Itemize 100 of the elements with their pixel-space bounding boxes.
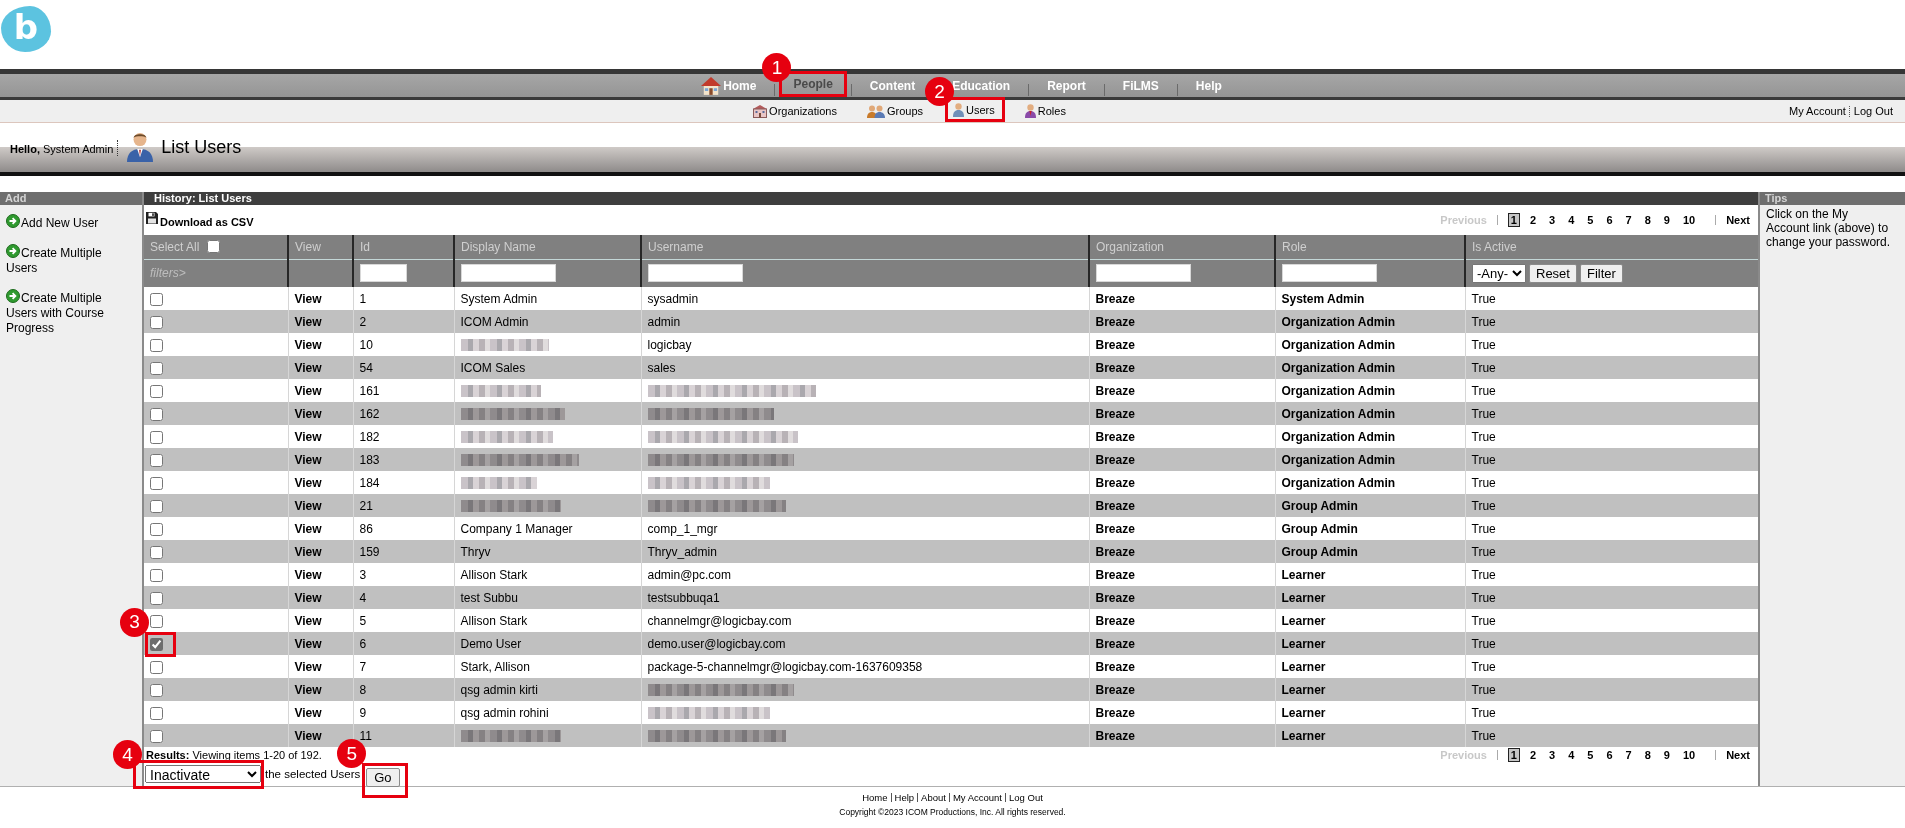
- row-checkbox[interactable]: [150, 545, 163, 559]
- view-link[interactable]: View: [294, 613, 322, 628]
- footer-link[interactable]: Home: [862, 792, 888, 803]
- view-link[interactable]: View: [294, 705, 322, 720]
- page-link[interactable]: 3: [1546, 747, 1559, 762]
- page-link[interactable]: 2: [1526, 747, 1540, 762]
- column-header: Organization: [1096, 239, 1165, 254]
- filter-input[interactable]: [648, 264, 743, 283]
- view-link[interactable]: View: [294, 682, 322, 697]
- page-link[interactable]: 1: [1507, 213, 1520, 227]
- row-checkbox[interactable]: [150, 361, 163, 375]
- page-link[interactable]: 4: [1565, 213, 1578, 227]
- row-checkbox[interactable]: [150, 499, 163, 513]
- reset-button[interactable]: Reset: [1529, 263, 1577, 283]
- row-checkbox[interactable]: [150, 614, 163, 628]
- page-link[interactable]: 9: [1660, 747, 1673, 762]
- sub-nav-link[interactable]: Groups: [866, 101, 924, 121]
- view-link[interactable]: View: [294, 567, 322, 582]
- active-filter-select[interactable]: -Any-: [1472, 263, 1526, 283]
- tips-heading: Tips: [1760, 192, 1905, 205]
- view-link[interactable]: View: [294, 544, 322, 559]
- view-link[interactable]: View: [294, 498, 322, 513]
- building-icon: [753, 104, 768, 118]
- column-header: View: [295, 239, 321, 254]
- filter-input[interactable]: [360, 264, 407, 283]
- view-link[interactable]: View: [294, 337, 322, 352]
- account-link[interactable]: My Account: [1789, 105, 1846, 117]
- view-link[interactable]: View: [294, 406, 322, 421]
- view-link[interactable]: View: [294, 429, 322, 444]
- next-link[interactable]: Next: [1726, 214, 1750, 226]
- action-label: the selected Users: [265, 768, 361, 780]
- view-link[interactable]: View: [294, 452, 322, 467]
- sub-nav-link[interactable]: Roles: [1024, 101, 1066, 121]
- filter-input[interactable]: [461, 264, 556, 283]
- filter-button[interactable]: Filter: [1579, 263, 1623, 283]
- sub-nav-link[interactable]: Organizations: [753, 101, 837, 121]
- next-link[interactable]: Next: [1726, 748, 1750, 761]
- page-link[interactable]: 3: [1546, 213, 1559, 227]
- go-button[interactable]: Go: [366, 768, 400, 787]
- view-link[interactable]: View: [294, 728, 322, 743]
- view-link[interactable]: View: [294, 475, 322, 490]
- page-link[interactable]: 7: [1622, 747, 1635, 762]
- page-title: List Users: [161, 137, 242, 158]
- page-link[interactable]: 10: [1679, 747, 1699, 762]
- row-checkbox[interactable]: [150, 660, 163, 674]
- page-link[interactable]: 4: [1565, 747, 1578, 762]
- view-link[interactable]: View: [294, 314, 322, 329]
- people-icon: [866, 104, 885, 118]
- row-checkbox[interactable]: [150, 706, 163, 720]
- person-icon: [1024, 104, 1036, 118]
- page-link[interactable]: 7: [1622, 213, 1635, 227]
- row-checkbox[interactable]: [150, 683, 163, 697]
- row-checkbox[interactable]: [150, 315, 163, 329]
- view-link[interactable]: View: [294, 659, 322, 674]
- view-link[interactable]: View: [294, 521, 322, 536]
- filter-input[interactable]: [1096, 264, 1191, 283]
- row-checkbox[interactable]: [150, 591, 163, 605]
- page-link[interactable]: 8: [1641, 747, 1654, 762]
- row-checkbox[interactable]: [150, 729, 163, 743]
- row-checkbox[interactable]: [150, 338, 163, 352]
- page-link[interactable]: 1: [1507, 747, 1520, 762]
- sidebar-link[interactable]: Add New User: [0, 214, 124, 231]
- row-checkbox[interactable]: [150, 430, 163, 444]
- tips-text: Click on the My Account link (above) to change your password.: [1766, 207, 1892, 249]
- page-link[interactable]: 5: [1584, 213, 1597, 227]
- page-link[interactable]: 6: [1603, 213, 1616, 227]
- filter-input[interactable]: [1282, 264, 1377, 283]
- page-link[interactable]: 5: [1584, 747, 1597, 762]
- select-all-checkbox[interactable]: [207, 240, 221, 254]
- view-link[interactable]: View: [294, 636, 322, 651]
- row-checkbox[interactable]: [150, 407, 163, 421]
- row-checkbox[interactable]: [150, 568, 163, 582]
- column-header: Is Active: [1472, 239, 1517, 254]
- view-link[interactable]: View: [294, 360, 322, 375]
- footer-link[interactable]: Log Out: [1009, 792, 1043, 803]
- view-link[interactable]: View: [294, 291, 322, 306]
- column-header: Role: [1282, 239, 1307, 254]
- page-link[interactable]: 8: [1641, 213, 1654, 227]
- sidebar-link[interactable]: Create Multiple Users: [0, 244, 124, 276]
- view-link[interactable]: View: [294, 383, 322, 398]
- download-csv-link[interactable]: Download as CSV: [144, 212, 254, 228]
- row-checkbox[interactable]: [150, 522, 163, 536]
- callout-badge: 1: [762, 53, 792, 82]
- page-link[interactable]: 6: [1603, 747, 1616, 762]
- sidebar-link[interactable]: Create Multiple Users with Course Progress: [0, 289, 124, 336]
- footer-link[interactable]: Help: [894, 792, 915, 803]
- row-checkbox[interactable]: [150, 384, 163, 398]
- page-link[interactable]: 9: [1660, 213, 1673, 227]
- row-checkbox[interactable]: [150, 292, 163, 306]
- page-link[interactable]: 10: [1679, 213, 1699, 227]
- view-link[interactable]: View: [294, 590, 322, 605]
- row-checkbox[interactable]: [150, 453, 163, 467]
- account-link[interactable]: Log Out: [1853, 105, 1893, 117]
- sub-nav-link[interactable]: Users: [953, 100, 995, 119]
- bulk-action-select[interactable]: Inactivate: [145, 765, 261, 783]
- footer-link[interactable]: My Account: [952, 792, 1002, 803]
- row-checkbox[interactable]: [150, 476, 163, 490]
- footer-link[interactable]: About: [921, 792, 946, 803]
- page-link[interactable]: 2: [1526, 213, 1540, 227]
- row-checkbox[interactable]: [150, 637, 163, 651]
